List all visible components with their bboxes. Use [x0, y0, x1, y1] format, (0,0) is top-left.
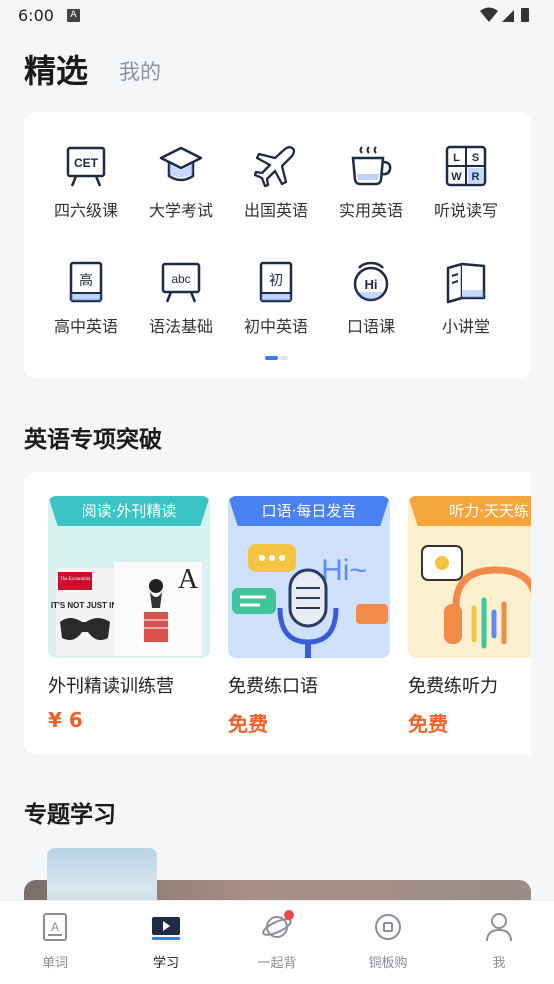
course-item-reading[interactable]: 阅读·外刊精读 The Economist IT'S NOT JUST IN A…	[48, 496, 210, 732]
category-lswr[interactable]: L S W R 听说读写	[418, 144, 514, 240]
cet-board-icon: CET	[66, 146, 106, 187]
category-label: 初中英语	[243, 317, 308, 336]
nav-item-together[interactable]: 一起背	[222, 901, 332, 984]
course-image: 听力·天天练	[408, 496, 531, 658]
category-label: 小讲堂	[441, 317, 490, 336]
play-screen-icon	[152, 917, 180, 940]
nav-label: 单词	[41, 956, 68, 971]
highschool-book-icon: 高	[69, 261, 103, 303]
category-speaking[interactable]: Hi 口语课	[323, 260, 419, 356]
nav-item-shop[interactable]: 铜板购	[333, 901, 443, 984]
course-price: ¥ 6	[48, 708, 83, 732]
svg-text:A: A	[178, 564, 199, 595]
course-title: 外刊精读训练营	[48, 676, 174, 697]
section-title-topic: 专题学习	[24, 802, 116, 828]
junior-book-icon: 初	[259, 261, 293, 303]
category-high-school[interactable]: 高 高中英语	[38, 260, 134, 356]
course-image: 阅读·外刊精读 The Economist IT'S NOT JUST IN A	[48, 496, 210, 658]
wifi-icon	[480, 7, 498, 22]
category-card: CET 四六级课 大学考试 出国英语 实用英语 L S W R 听说读写 高 高…	[24, 112, 531, 378]
graduation-cap-icon	[159, 146, 203, 182]
battery-icon	[521, 8, 529, 22]
svg-text:CET: CET	[74, 156, 99, 170]
category-practical[interactable]: 实用英语	[323, 144, 419, 240]
page-indicator	[265, 356, 289, 360]
lswr-grid-icon: L S W R	[445, 145, 487, 187]
tab-featured[interactable]: 精选	[24, 46, 88, 92]
coin-icon	[375, 914, 401, 940]
word-card-icon: A	[43, 913, 67, 941]
course-item-listening[interactable]: 听力·天天练 免费练听力 免费	[408, 496, 531, 737]
category-label: 高中英语	[53, 317, 118, 336]
nav-item-study[interactable]: 学习	[111, 901, 221, 984]
svg-text:L: L	[453, 152, 460, 164]
course-title: 免费练口语	[228, 676, 318, 697]
category-abroad[interactable]: 出国英语	[228, 144, 324, 240]
nav-item-words[interactable]: A 单词	[0, 901, 110, 984]
nav-item-me[interactable]: 我	[444, 901, 554, 984]
course-carousel[interactable]: 阅读·外刊精读 The Economist IT'S NOT JUST IN A…	[24, 472, 531, 754]
category-label: 听说读写	[433, 201, 498, 220]
status-icons	[478, 5, 538, 29]
svg-text:Hi~: Hi~	[321, 554, 367, 587]
category-label: 四六级课	[53, 201, 118, 220]
notification-dot	[284, 910, 294, 920]
topic-thumbnail[interactable]	[47, 848, 157, 908]
course-item-speaking[interactable]: 口语·每日发音 Hi~ 免费练口语 免费	[228, 496, 390, 737]
planet-icon-wrap	[262, 910, 294, 942]
airplane-icon	[254, 146, 296, 188]
svg-text:S: S	[472, 152, 479, 164]
status-time: 6:00	[18, 6, 54, 25]
svg-text:A: A	[51, 920, 59, 934]
course-image: 口语·每日发音 Hi~	[228, 496, 390, 658]
svg-text:高: 高	[79, 272, 93, 289]
person-icon	[486, 913, 512, 942]
nav-label: 铜板购	[368, 956, 408, 971]
category-lecture[interactable]: 小讲堂	[418, 260, 514, 356]
bottom-nav: A 单词 学习 一起背 铜板购 我	[0, 900, 554, 984]
category-label: 实用英语	[338, 201, 403, 220]
category-label: 出国英语	[243, 201, 308, 220]
nav-label: 学习	[152, 956, 179, 971]
course-price: 免费	[408, 712, 448, 736]
tab-mine[interactable]: 我的	[119, 56, 161, 86]
category-label: 语法基础	[148, 317, 213, 336]
status-bar: 6:00 A	[0, 0, 554, 32]
open-book-icon	[446, 262, 486, 304]
category-grammar[interactable]: abc 语法基础	[133, 260, 229, 356]
abc-board-icon: abc	[161, 262, 201, 303]
category-label: 口语课	[346, 317, 395, 336]
course-price: 免费	[228, 712, 268, 736]
svg-text:abc: abc	[171, 272, 190, 286]
magazine-illustration: The Economist IT'S NOT JUST IN A	[51, 562, 202, 656]
svg-text:W: W	[451, 171, 462, 183]
page-dot	[280, 356, 288, 360]
category-cet[interactable]: CET 四六级课	[38, 144, 134, 240]
microphone-illustration: Hi~	[232, 544, 388, 658]
signal-icon	[502, 10, 514, 22]
notification-icon: A	[67, 9, 80, 22]
svg-text:初: 初	[269, 272, 283, 289]
headphones-illustration	[421, 545, 531, 649]
page-dot-active	[265, 356, 278, 360]
coffee-cup-icon	[351, 146, 392, 186]
nav-label: 我	[492, 956, 506, 971]
nav-label: 一起背	[257, 956, 297, 971]
hi-speech-icon: Hi	[353, 261, 389, 302]
category-college-exam[interactable]: 大学考试	[133, 144, 229, 240]
svg-text:R: R	[472, 171, 480, 183]
svg-text:Hi: Hi	[365, 277, 378, 292]
svg-text:IT'S NOT JUST IN: IT'S NOT JUST IN	[51, 601, 118, 610]
category-label: 大学考试	[148, 201, 213, 220]
category-junior-high[interactable]: 初 初中英语	[228, 260, 324, 356]
svg-text:The Economist: The Economist	[60, 577, 91, 582]
section-title-special: 英语专项突破	[24, 427, 162, 453]
course-title: 免费练听力	[408, 676, 498, 697]
